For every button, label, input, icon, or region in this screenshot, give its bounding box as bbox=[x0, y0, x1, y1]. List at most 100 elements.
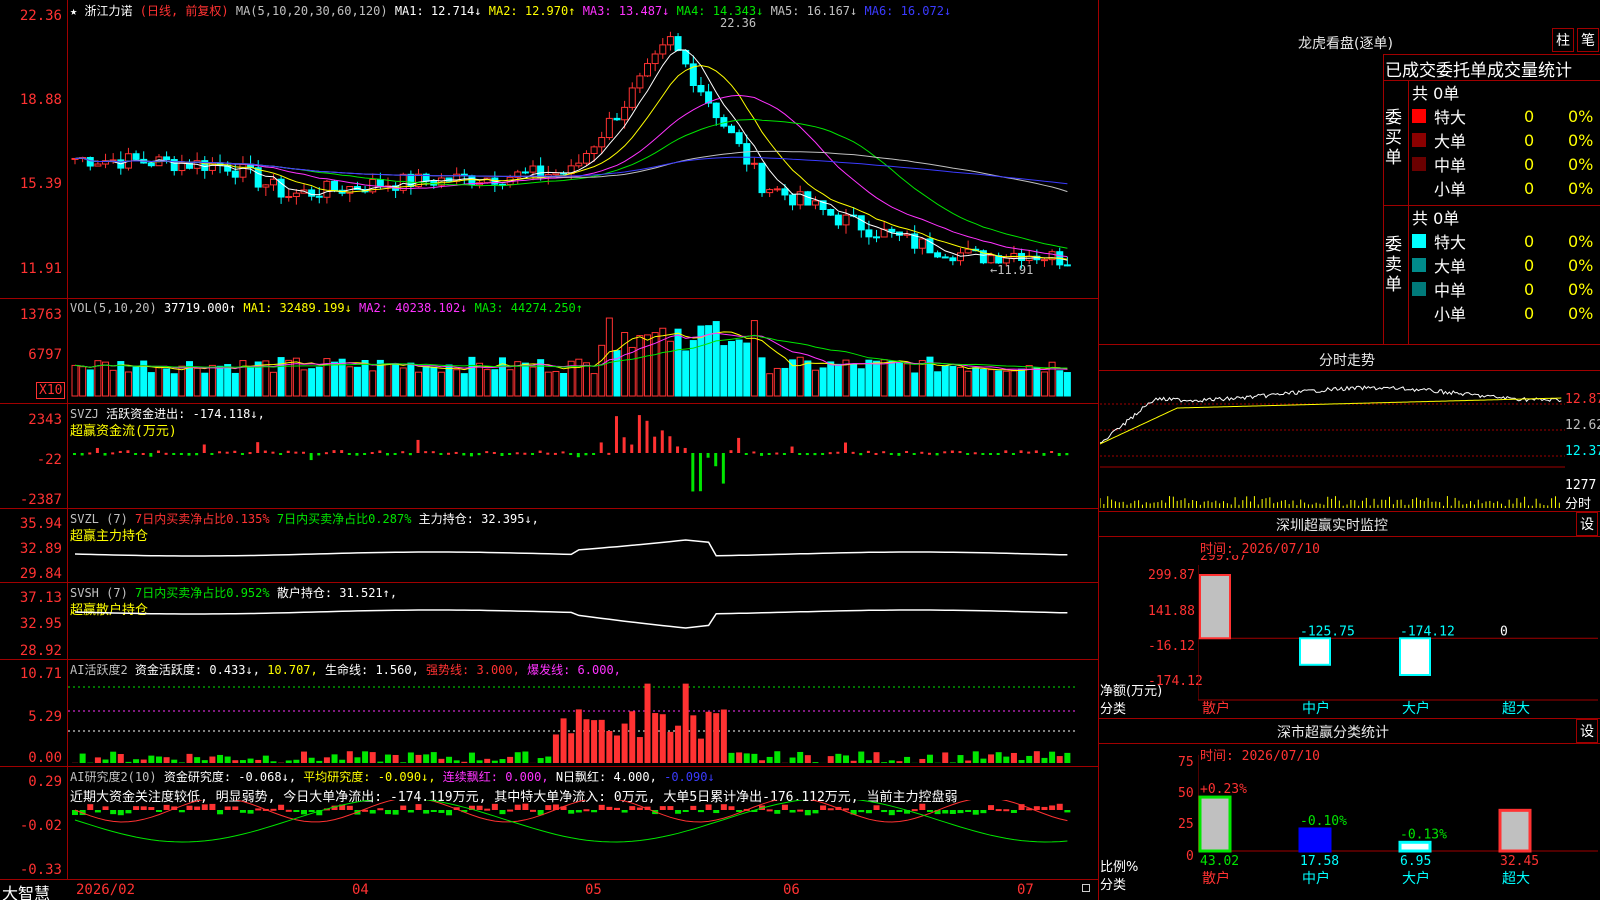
fund-flow-bar bbox=[950, 450, 954, 453]
buy-row-count: 0 bbox=[1524, 178, 1535, 198]
research-bar bbox=[545, 805, 552, 810]
activity-bar bbox=[865, 760, 872, 763]
activity-bar bbox=[194, 757, 201, 763]
research-bar bbox=[988, 805, 995, 810]
activity-bar bbox=[751, 753, 758, 763]
research-green-line bbox=[74, 800, 1068, 843]
activity-bar bbox=[613, 735, 620, 763]
fund-flow-bar bbox=[385, 453, 389, 456]
sell-orders-label: 委卖单 bbox=[1385, 235, 1402, 295]
monitor-settings-button[interactable]: 设 bbox=[1576, 512, 1598, 536]
volume-bar bbox=[453, 369, 461, 397]
tick-mode-button[interactable]: 笔 bbox=[1577, 28, 1599, 52]
classify-category-label: 超大 bbox=[1502, 871, 1530, 887]
research-bar bbox=[430, 810, 437, 812]
fund-flow-bar bbox=[1057, 453, 1061, 456]
fund-flow-bar bbox=[1027, 451, 1031, 454]
volume-bar bbox=[750, 320, 758, 397]
vol-value: 37719.000↑ bbox=[163, 301, 237, 315]
star-icon[interactable]: ★ bbox=[70, 4, 77, 18]
classify-category-label: 中户 bbox=[1302, 870, 1330, 887]
volume-bar bbox=[857, 368, 865, 397]
volume-bar bbox=[964, 370, 972, 397]
research-bar bbox=[148, 807, 155, 810]
research-bar bbox=[804, 810, 811, 816]
activity-bar bbox=[316, 760, 323, 763]
activity-bar bbox=[155, 756, 162, 763]
activity-bar bbox=[507, 756, 514, 763]
activity-bar bbox=[323, 757, 330, 763]
research-bar bbox=[232, 806, 239, 810]
candle-body bbox=[750, 162, 758, 165]
monitor-label: 141.88 bbox=[1148, 604, 1195, 619]
fund-flow-bar bbox=[775, 452, 779, 455]
monitor-cat: 分类 bbox=[1100, 702, 1127, 717]
classify-change-label: -0.10% bbox=[1300, 814, 1347, 829]
svsh-label: 37.13 bbox=[19, 590, 62, 606]
fund-flow-bar bbox=[599, 442, 603, 453]
fund-flow-bar bbox=[324, 452, 328, 455]
brand-logo[interactable]: 大智慧 bbox=[2, 880, 50, 900]
candle-body bbox=[934, 252, 942, 258]
candle-body bbox=[956, 252, 964, 262]
fund-flow-bar bbox=[95, 447, 99, 453]
activity-bar bbox=[484, 758, 491, 763]
fund-flow-bar bbox=[1050, 451, 1054, 454]
research-bar bbox=[896, 810, 903, 812]
volume-bar bbox=[102, 361, 110, 397]
volume-bar bbox=[979, 369, 987, 397]
fund-flow-bar bbox=[286, 450, 290, 453]
research-bar bbox=[720, 804, 727, 810]
activity-bar bbox=[697, 738, 704, 763]
research-bar bbox=[247, 810, 254, 814]
candle-body bbox=[773, 188, 781, 191]
volume-bar bbox=[544, 371, 552, 397]
color-swatch bbox=[1412, 234, 1426, 248]
activity-bar bbox=[957, 755, 964, 763]
buy-row-count: 0 bbox=[1524, 130, 1535, 150]
fund-flow-bar bbox=[187, 453, 191, 456]
fund-flow-bar bbox=[927, 452, 931, 455]
fund-flow-bar bbox=[233, 450, 237, 453]
fund-flow-bar bbox=[836, 451, 840, 454]
classify-label: 75 bbox=[1178, 755, 1194, 770]
research-bar bbox=[919, 803, 926, 810]
activity-bar bbox=[659, 714, 666, 763]
lock-icon[interactable] bbox=[1082, 884, 1090, 892]
buy-row-name: 特大 bbox=[1434, 108, 1467, 127]
fund-flow-bar bbox=[698, 453, 702, 492]
activity-bar bbox=[858, 751, 865, 763]
vol-unit-badge: X10 bbox=[36, 382, 66, 399]
activity-bar bbox=[827, 756, 834, 763]
activity-bar bbox=[972, 751, 979, 763]
fund-flow-bar bbox=[622, 437, 626, 453]
candle-body bbox=[315, 195, 323, 198]
volume-bar bbox=[208, 364, 216, 397]
fund-flow-bar bbox=[714, 453, 718, 467]
date-tick: 07 bbox=[1017, 882, 1034, 898]
candle-body bbox=[1040, 259, 1048, 262]
classify-chart: +0.23% 43.02散户 -0.10% 17.58中户 -0.13% 6.95大户 32… bbox=[1198, 755, 1598, 887]
monitor-value-label: -174.12 bbox=[1400, 624, 1455, 639]
chart-mode[interactable]: (日线, 前复权) bbox=[140, 4, 229, 18]
bar-mode-button[interactable]: 柱 bbox=[1552, 28, 1574, 52]
date-tick: 05 bbox=[585, 882, 602, 898]
fund-flow-bar bbox=[210, 453, 214, 455]
candle-body bbox=[1063, 264, 1071, 267]
fund-flow-bar bbox=[156, 450, 160, 453]
fund-flow-bar bbox=[828, 452, 832, 455]
activity-bar bbox=[339, 759, 346, 763]
volume-bar bbox=[628, 346, 636, 397]
fund-flow-bar bbox=[668, 436, 672, 453]
intraday-chart[interactable] bbox=[1100, 372, 1565, 508]
fund-flow-bar bbox=[569, 453, 573, 455]
fund-flow-bar bbox=[943, 451, 947, 454]
svsh-label: 28.92 bbox=[19, 643, 62, 659]
activity-bar bbox=[942, 752, 949, 763]
classify-settings-button[interactable]: 设 bbox=[1576, 719, 1598, 743]
fund-flow-bar bbox=[431, 451, 435, 454]
research-bar bbox=[499, 810, 506, 815]
candlestick-chart[interactable] bbox=[68, 20, 1098, 295]
activity-bar bbox=[644, 683, 651, 763]
candle-body bbox=[743, 143, 751, 165]
